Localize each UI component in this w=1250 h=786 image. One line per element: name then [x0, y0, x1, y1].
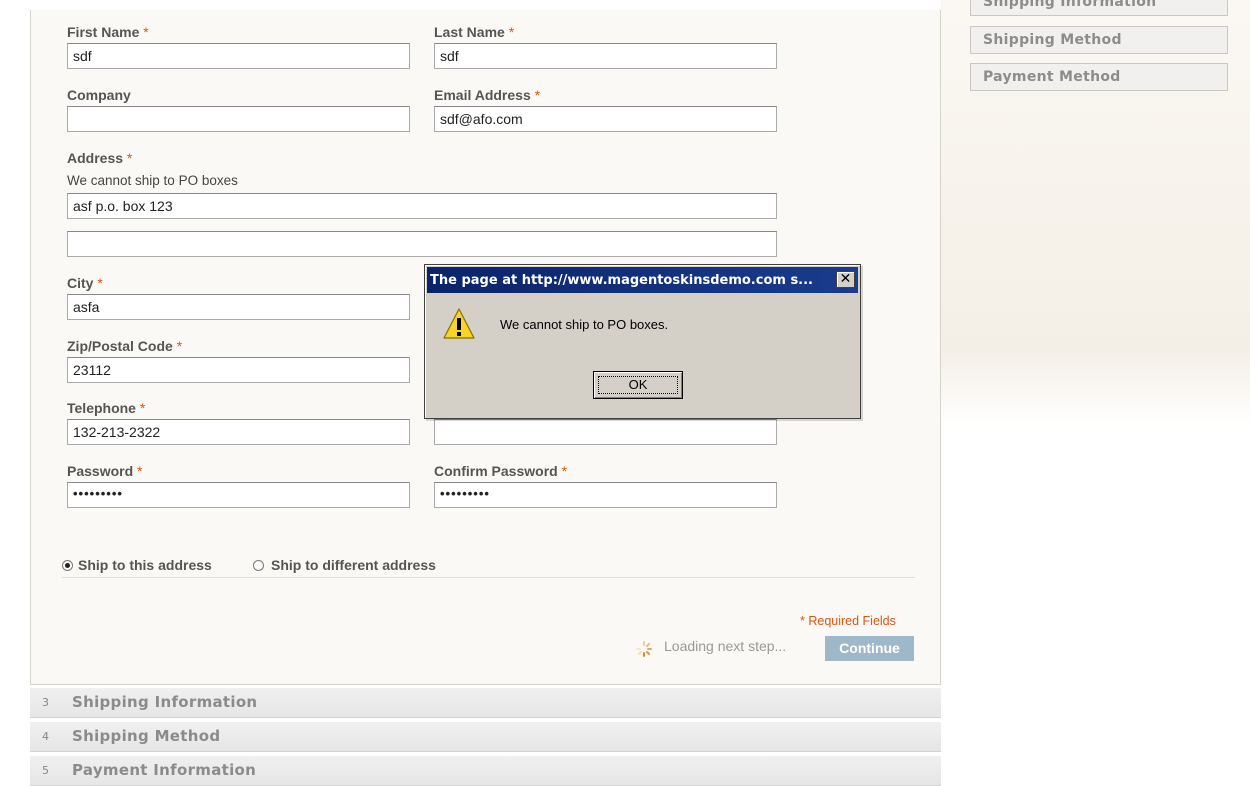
- email-label: Email Address *: [434, 87, 541, 103]
- password-label: Password *: [67, 463, 143, 479]
- address-label: Address *: [67, 150, 133, 166]
- first-name-input[interactable]: sdf: [67, 43, 410, 69]
- dialog-title: The page at http://www.magentoskinsdemo.…: [427, 267, 858, 293]
- close-icon[interactable]: ✕: [836, 271, 855, 288]
- required-fields-note: * Required Fields: [800, 614, 896, 628]
- loading-next-step-text: Loading next step...: [664, 638, 787, 654]
- step-label: Payment Information: [72, 761, 257, 779]
- company-input[interactable]: [67, 106, 410, 132]
- city-label: City *: [67, 275, 103, 291]
- password-input[interactable]: •••••••••: [67, 482, 410, 508]
- step-label: Shipping Information: [72, 693, 258, 711]
- loading-spinner-icon: [636, 641, 652, 657]
- last-name-label: Last Name *: [434, 24, 515, 40]
- warning-icon: [443, 308, 475, 339]
- last-name-input[interactable]: sdf: [434, 43, 777, 69]
- ship-to-different-address-label[interactable]: Ship to different address: [271, 557, 436, 573]
- alert-dialog: The page at http://www.magentoskinsdemo.…: [424, 264, 861, 419]
- telephone-label: Telephone *: [67, 400, 146, 416]
- focus-outline: [598, 376, 678, 394]
- telephone-input[interactable]: 132-213-2322: [67, 419, 410, 445]
- ship-to-this-address-label[interactable]: Ship to this address: [78, 557, 212, 573]
- city-input[interactable]: asfa: [67, 294, 410, 320]
- ship-to-different-address-radio[interactable]: [253, 560, 264, 571]
- fax-input[interactable]: [434, 419, 777, 445]
- right-column: [941, 0, 1250, 775]
- first-name-label: First Name *: [67, 24, 149, 40]
- address-line1-input[interactable]: asf p.o. box 123: [67, 193, 777, 219]
- address-line2-input[interactable]: [67, 231, 777, 257]
- step-number: 5: [42, 764, 49, 777]
- zip-input[interactable]: 23112: [67, 357, 410, 383]
- step-shipping-information[interactable]: 3 Shipping Information: [30, 688, 941, 718]
- step-label: Shipping Method: [72, 727, 221, 745]
- step-shipping-method[interactable]: 4 Shipping Method: [30, 722, 941, 752]
- address-note: We cannot ship to PO boxes: [67, 173, 238, 188]
- confirm-password-input[interactable]: •••••••••: [434, 482, 777, 508]
- zip-label: Zip/Postal Code *: [67, 338, 183, 354]
- confirm-password-label: Confirm Password *: [434, 463, 568, 479]
- dialog-message: We cannot ship to PO boxes.: [500, 317, 669, 332]
- sidebar-item-payment-method[interactable]: Payment Method: [970, 63, 1228, 91]
- continue-button[interactable]: Continue: [825, 636, 914, 661]
- company-label: Company: [67, 87, 131, 103]
- ship-to-this-address-radio[interactable]: [62, 560, 73, 571]
- sidebar-item-shipping-method[interactable]: Shipping Method: [970, 26, 1228, 54]
- step-payment-information[interactable]: 5 Payment Information: [30, 756, 941, 786]
- step-number: 3: [42, 696, 49, 709]
- sidebar-item-shipping-information[interactable]: Shipping Information: [970, 0, 1228, 16]
- email-input[interactable]: sdf@afo.com: [434, 106, 777, 132]
- step-number: 4: [42, 730, 49, 743]
- ok-button[interactable]: OK: [593, 371, 683, 399]
- divider: [62, 577, 915, 578]
